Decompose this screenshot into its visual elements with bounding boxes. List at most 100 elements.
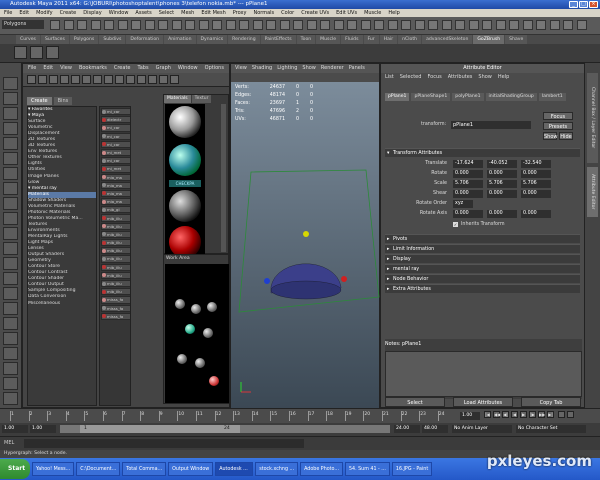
minimize-button[interactable]: _: [569, 1, 578, 8]
graph-node[interactable]: [195, 358, 205, 368]
playback-control-icon[interactable]: ▶: [520, 411, 527, 418]
menu-create[interactable]: Create: [60, 9, 77, 17]
menu-help[interactable]: Help: [388, 9, 399, 17]
materials-tab-textur[interactable]: Textur: [191, 95, 212, 103]
hypershade-tool-icon[interactable]: [71, 75, 80, 84]
node-button[interactable]: mib_illu: [101, 288, 130, 296]
menu-file[interactable]: File: [4, 9, 12, 17]
viewport-menu-renderer[interactable]: Renderer: [321, 64, 344, 73]
shelf-tab-shave[interactable]: Shave: [505, 35, 528, 44]
presets-button[interactable]: Presets: [543, 122, 573, 130]
toolbox-tool-icon[interactable]: [3, 272, 18, 285]
statusline-tool-icon[interactable]: [536, 20, 546, 30]
menu-muscle[interactable]: Muscle: [364, 9, 381, 17]
toolbox-tool-icon[interactable]: [3, 182, 18, 195]
hypershade-menu-view[interactable]: View: [60, 64, 72, 73]
rotate-axis-y[interactable]: 0.000: [487, 210, 517, 218]
hypershade-tool-icon[interactable]: [60, 75, 69, 84]
copy-tab-button[interactable]: Copy Tab: [521, 397, 581, 407]
graph-node[interactable]: [203, 328, 213, 338]
select-button[interactable]: Select: [385, 397, 445, 407]
start-time-field[interactable]: 1.00: [2, 425, 28, 433]
character-set-dropdown[interactable]: No Character Set: [516, 425, 586, 433]
hypershade-tool-icon[interactable]: [148, 75, 157, 84]
statusline-tool-icon[interactable]: [441, 20, 452, 30]
toolbox-tool-icon[interactable]: [3, 137, 18, 150]
rotate-order-dropdown[interactable]: xyz: [453, 200, 473, 208]
section-pivots[interactable]: Pivots: [385, 234, 580, 244]
mel-input[interactable]: [24, 439, 304, 448]
attr-menu-selected[interactable]: Selected: [400, 73, 422, 82]
statusline-tool-icon[interactable]: [104, 20, 114, 30]
toolbox-tool-icon[interactable]: [3, 197, 18, 210]
hypershade-menu-create[interactable]: Create: [114, 64, 131, 73]
taskbar-item[interactable]: 54. Sum 41 - ...: [344, 462, 390, 476]
viewport-menu-panels[interactable]: Panels: [349, 64, 365, 73]
node-tab-pplane1[interactable]: pPlane1: [385, 93, 410, 101]
node-button[interactable]: mi_car: [101, 124, 130, 132]
toolbox-tool-icon[interactable]: [3, 122, 18, 135]
statusline-tool-icon[interactable]: [279, 20, 290, 30]
playback-end-field[interactable]: 24.00: [394, 425, 420, 433]
node-button[interactable]: mi_car: [101, 140, 130, 148]
toolbox-tool-icon[interactable]: [3, 152, 18, 165]
statusline-tool-icon[interactable]: [117, 20, 128, 30]
statusline-tool-icon[interactable]: [63, 20, 74, 30]
scale-x[interactable]: 5.706: [453, 180, 483, 188]
toolbox-tool-icon[interactable]: [3, 302, 18, 315]
hide-button[interactable]: Hide: [559, 132, 573, 140]
statusline-tool-icon[interactable]: [549, 20, 560, 30]
tab-create[interactable]: Create: [27, 97, 52, 105]
playback-start-field[interactable]: 1.00: [30, 425, 56, 433]
node-button[interactable]: mib_illu: [101, 247, 130, 255]
toolbox-tool-icon[interactable]: [3, 77, 18, 90]
hypershade-menu-bookmarks[interactable]: Bookmarks: [79, 64, 107, 73]
statusline-tool-icon[interactable]: [225, 20, 236, 30]
shelf-tool-icon[interactable]: [14, 46, 27, 59]
attr-menu-list[interactable]: List: [385, 73, 394, 82]
section-transform-attributes[interactable]: Transform Attributes: [385, 148, 580, 158]
menu-mesh[interactable]: Mesh: [181, 9, 194, 17]
rotate-axis-z[interactable]: 0.000: [521, 210, 551, 218]
menu-edit-uvs[interactable]: Edit UVs: [336, 9, 357, 17]
playback-control-icon[interactable]: ◀|: [502, 411, 509, 418]
node-button[interactable]: mib_illu: [101, 230, 130, 238]
preferences-icon[interactable]: [567, 411, 574, 418]
toolbox-tool-icon[interactable]: [3, 167, 18, 180]
node-button[interactable]: mib_gl: [101, 206, 130, 214]
statusline-tool-icon[interactable]: [131, 20, 141, 30]
tab-channel-box[interactable]: Channel Box / Layer Editor: [587, 73, 598, 163]
attr-menu-focus[interactable]: Focus: [427, 73, 441, 82]
node-button[interactable]: mib_illu: [101, 214, 130, 222]
menu-edit-mesh[interactable]: Edit Mesh: [201, 9, 225, 17]
toolbox-tool-icon[interactable]: [3, 347, 18, 360]
hypershade-tool-icon[interactable]: [126, 75, 135, 84]
statusline-tool-icon[interactable]: [576, 20, 587, 30]
materials-tab-materials[interactable]: Materials: [164, 95, 191, 103]
shelf-tab-advancedskeleton[interactable]: advancedSkeleton: [422, 35, 473, 44]
shelf-tool-icon[interactable]: [46, 46, 59, 59]
statusline-tool-icon[interactable]: [185, 20, 195, 30]
statusline-tool-icon[interactable]: [522, 20, 533, 30]
statusline-tool-icon[interactable]: [212, 20, 222, 30]
hypershade-tool-icon[interactable]: [82, 75, 91, 84]
playback-control-icon[interactable]: ▶|: [547, 411, 554, 418]
end-time-field[interactable]: 48.00: [422, 425, 448, 433]
hypershade-tool-icon[interactable]: [115, 75, 124, 84]
notes-textarea[interactable]: [385, 351, 582, 397]
node-tab-initialshadinggroup[interactable]: initialShadingGroup: [485, 93, 537, 101]
statusline-tool-icon[interactable]: [468, 20, 479, 30]
node-button[interactable]: mib_illu: [101, 255, 130, 263]
node-button[interactable]: mi_met: [101, 165, 130, 173]
work-area-graph[interactable]: [165, 264, 229, 403]
hypershade-menu-options[interactable]: Options: [205, 64, 224, 73]
menu-assets[interactable]: Assets: [135, 9, 151, 17]
node-button[interactable]: mia_ma: [101, 189, 130, 198]
playback-control-icon[interactable]: ▶▶: [538, 411, 545, 418]
node-button[interactable]: misss_fa: [101, 312, 130, 320]
shelf-tab-rendering[interactable]: Rendering: [228, 35, 260, 44]
toolbox-tool-icon[interactable]: [3, 392, 18, 405]
toolbox-tool-icon[interactable]: [3, 362, 18, 375]
node-tab-pplaneshape1[interactable]: pPlaneShape1: [411, 93, 451, 101]
statusline-tool-icon[interactable]: [198, 20, 209, 30]
